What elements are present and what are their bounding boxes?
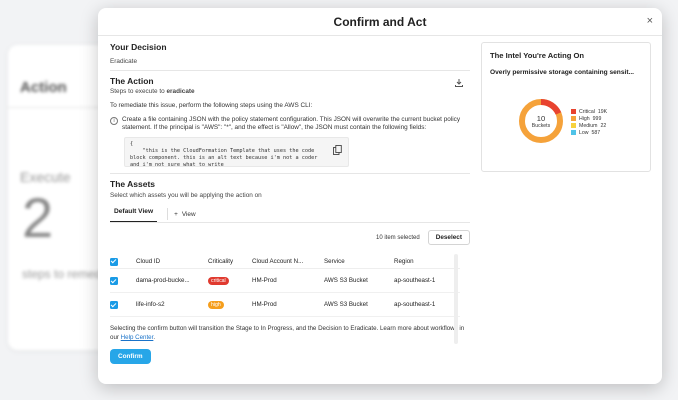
criticality-cell: high bbox=[208, 292, 252, 318]
criticality-cell: critical bbox=[208, 268, 252, 294]
intel-title: The Intel You're Acting On bbox=[490, 51, 585, 60]
legend-label: Critical bbox=[579, 108, 595, 115]
legend-value: 999 bbox=[592, 115, 602, 122]
footer-text-body: Selecting the confirm button will transi… bbox=[110, 325, 465, 342]
action-steps-line: Steps to execute to eradicate bbox=[110, 88, 470, 95]
table-row[interactable]: dama-prod-bucke... critical HM-Prod AWS … bbox=[110, 268, 460, 294]
table-scrollbar[interactable] bbox=[454, 254, 458, 344]
select-all-checkbox[interactable] bbox=[110, 257, 118, 266]
add-view-button[interactable]: + View bbox=[167, 208, 196, 221]
region-cell: ap-southeast-1 bbox=[394, 268, 460, 294]
assets-tabs: Default View + View bbox=[110, 207, 470, 223]
chart-legend: Critical 19K High 999 Medium 22 Low 587 bbox=[571, 108, 607, 136]
assets-title: The Assets bbox=[110, 178, 156, 189]
cloud-id-cell: life-info-s2 bbox=[136, 292, 208, 318]
region-cell: ap-southeast-1 bbox=[394, 292, 460, 318]
background-step-count: 2 bbox=[22, 186, 54, 249]
legend-label: Medium bbox=[579, 122, 598, 129]
account-cell: HM-Prod bbox=[252, 268, 324, 294]
table-row[interactable]: life-info-s2 high HM-Prod AWS S3 Bucket … bbox=[110, 292, 460, 318]
column-header[interactable]: Cloud Account N... bbox=[252, 254, 324, 270]
legend-swatch bbox=[571, 123, 576, 128]
account-cell: HM-Prod bbox=[252, 292, 324, 318]
legend-swatch bbox=[571, 130, 576, 135]
legend-swatch bbox=[571, 109, 576, 114]
confirm-modal: Confirm and Act × Your Decision Eradicat… bbox=[98, 8, 662, 384]
decision-value: Eradicate bbox=[110, 58, 137, 65]
column-header[interactable]: Cloud ID bbox=[136, 254, 208, 270]
criticality-badge: high bbox=[208, 300, 224, 309]
intel-subtitle: Overly permissive storage containing sen… bbox=[490, 69, 635, 76]
confirm-button[interactable]: Confirm bbox=[110, 348, 151, 364]
assets-table: Cloud ID Criticality Cloud Account N... … bbox=[110, 254, 460, 318]
modal-title: Confirm and Act bbox=[333, 15, 427, 29]
intel-panel: The Intel You're Acting On Overly permis… bbox=[481, 42, 651, 172]
action-step-1-text: Create a file containing JSON with the p… bbox=[122, 115, 461, 132]
criticality-badge: critical bbox=[208, 276, 229, 285]
assets-subtitle: Select which assets you will be applying… bbox=[110, 191, 262, 199]
download-icon[interactable] bbox=[454, 78, 464, 88]
divider bbox=[110, 172, 470, 174]
background-execute-label: Execute bbox=[20, 169, 71, 185]
plus-icon: + bbox=[174, 210, 178, 218]
action-step-1: i Create a file containing JSON with the… bbox=[110, 116, 470, 133]
donut-center: 10 Buckets bbox=[518, 98, 564, 144]
legend-item-medium: Medium 22 bbox=[571, 122, 607, 129]
row-select-cell bbox=[110, 268, 136, 294]
modal-header: Confirm and Act × bbox=[98, 8, 662, 36]
donut-chart: 10 Buckets bbox=[518, 98, 564, 144]
divider bbox=[110, 70, 470, 71]
help-center-link[interactable]: Help Center bbox=[121, 334, 154, 341]
tab-default-view[interactable]: Default View bbox=[110, 206, 158, 223]
legend-item-critical: Critical 19K bbox=[571, 108, 607, 115]
close-button[interactable]: × bbox=[647, 15, 653, 27]
legend-item-low: Low 587 bbox=[571, 129, 607, 136]
table-toolbar: 10 item selected Deselect bbox=[110, 229, 470, 247]
action-steps-target: eradicate bbox=[166, 88, 195, 95]
add-view-label: View bbox=[181, 210, 196, 218]
modal-left-column: Your Decision Eradicate The Action Steps… bbox=[110, 42, 470, 364]
code-text: { "this is the CloudFormation Template t… bbox=[130, 140, 318, 167]
service-cell: AWS S3 Bucket bbox=[324, 268, 394, 294]
legend-value: 19K bbox=[597, 108, 608, 115]
info-icon: i bbox=[110, 116, 118, 125]
cloud-id-cell: dama-prod-bucke... bbox=[136, 268, 208, 294]
decision-title: Your Decision bbox=[110, 42, 167, 52]
code-block: { "this is the CloudFormation Template t… bbox=[124, 136, 349, 167]
service-cell: AWS S3 Bucket bbox=[324, 292, 394, 318]
footer-text-end: . bbox=[153, 334, 156, 342]
legend-value: 22 bbox=[600, 122, 607, 129]
select-all-cell bbox=[110, 254, 136, 270]
copy-icon[interactable] bbox=[333, 144, 342, 155]
legend-swatch bbox=[571, 116, 576, 121]
selected-count: 10 item selected bbox=[376, 234, 420, 241]
deselect-button[interactable]: Deselect bbox=[427, 230, 470, 246]
row-select-cell bbox=[110, 292, 136, 318]
action-header: The Action bbox=[110, 76, 470, 88]
action-intro: To remediate this issue, perform the fol… bbox=[110, 102, 313, 109]
legend-label: High bbox=[579, 115, 590, 122]
background-title: Action bbox=[20, 79, 67, 96]
row-checkbox[interactable] bbox=[110, 276, 118, 285]
column-header[interactable]: Region bbox=[394, 254, 460, 270]
legend-value: 587 bbox=[591, 129, 601, 136]
row-checkbox[interactable] bbox=[110, 300, 118, 309]
table-header-row: Cloud ID Criticality Cloud Account N... … bbox=[110, 254, 460, 270]
column-header[interactable]: Service bbox=[324, 254, 394, 270]
legend-item-high: High 999 bbox=[571, 115, 607, 122]
action-title: The Action bbox=[110, 76, 154, 86]
donut-value: 10 bbox=[536, 113, 546, 123]
column-header[interactable]: Criticality bbox=[208, 254, 252, 270]
footer-text: Selecting the confirm button will transi… bbox=[110, 325, 470, 342]
donut-label: Buckets bbox=[531, 122, 551, 129]
legend-label: Low bbox=[579, 129, 589, 136]
action-steps-prefix: Steps to execute to bbox=[110, 88, 167, 95]
